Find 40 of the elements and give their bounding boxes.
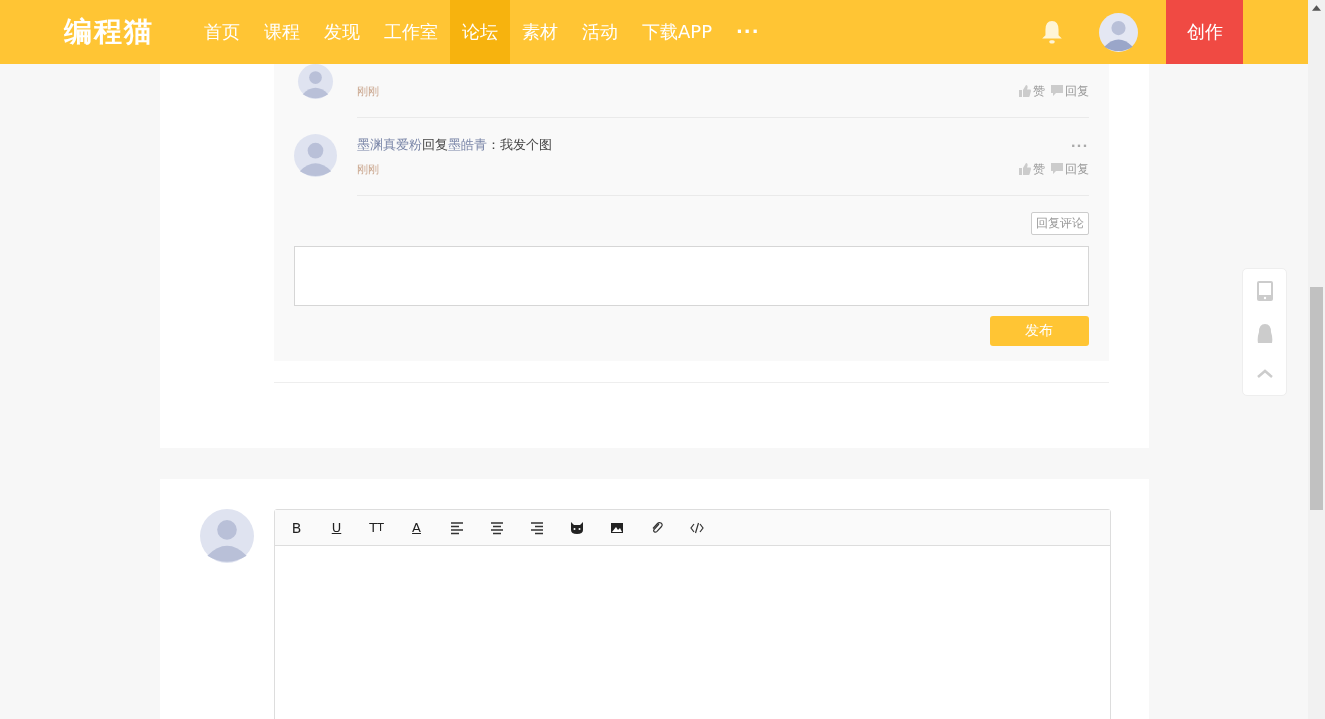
scroll-up-icon[interactable]: [1312, 5, 1321, 11]
nav-tab[interactable]: 下载APP: [630, 0, 725, 64]
create-button[interactable]: 创作: [1166, 0, 1243, 64]
thumbs-up-icon[interactable]: [1018, 163, 1031, 175]
username-link[interactable]: 墨渊真爱粉: [356, 137, 422, 152]
avatar: [199, 509, 254, 563]
reply-button[interactable]: 回复: [1050, 82, 1089, 100]
reply-label: 回复: [421, 137, 448, 152]
nav-tab[interactable]: 课程: [252, 0, 312, 64]
nav-tab[interactable]: 工作室: [372, 0, 450, 64]
username-link[interactable]: 墨皓青: [447, 137, 487, 152]
reply-text: ：我发个图: [486, 137, 552, 152]
nav-tab[interactable]: 发现: [312, 0, 372, 64]
like-button[interactable]: 赞: [1018, 160, 1045, 178]
reply-input[interactable]: [293, 246, 1089, 306]
align-center-icon[interactable]: [489, 520, 504, 535]
nav-tab[interactable]: 素材: [510, 0, 570, 64]
color-button[interactable]: A: [402, 513, 431, 542]
scrollbar-thumb[interactable]: [1310, 287, 1323, 510]
nav-tab[interactable]: 首页: [192, 0, 252, 64]
underline-button[interactable]: U: [322, 513, 351, 542]
bold-button[interactable]: B: [282, 513, 311, 542]
align-right-icon[interactable]: [529, 520, 544, 535]
reply-time: 刚刚: [356, 83, 379, 99]
more-menu[interactable]: ···: [724, 0, 772, 64]
thumbs-up-icon[interactable]: [1018, 85, 1031, 97]
emoji-icon[interactable]: [569, 520, 584, 535]
reply-button[interactable]: 回复: [1050, 160, 1089, 178]
like-button[interactable]: 赞: [1018, 82, 1045, 100]
nav-tab[interactable]: 活动: [570, 0, 630, 64]
align-left-icon[interactable]: [449, 520, 464, 535]
scrollbar[interactable]: [1308, 0, 1325, 719]
code-icon[interactable]: [689, 520, 704, 535]
site-logo[interactable]: 编程猫: [64, 13, 192, 51]
nav-tab[interactable]: 论坛: [450, 0, 510, 64]
reply-time: 刚刚: [356, 161, 379, 177]
more-menu[interactable]: ···: [1070, 137, 1089, 153]
reply-comment-button[interactable]: 回复评论: [1030, 212, 1089, 235]
image-icon[interactable]: [609, 520, 624, 535]
publish-button[interactable]: 发布: [989, 316, 1089, 346]
